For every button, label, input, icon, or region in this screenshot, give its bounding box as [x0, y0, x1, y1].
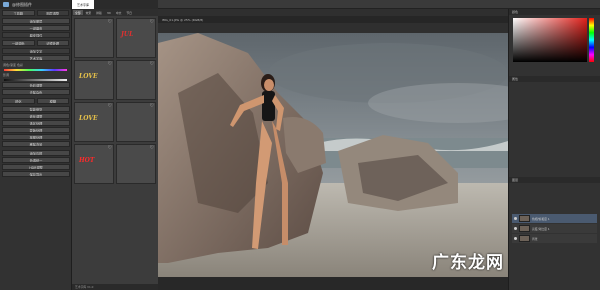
- layer-row[interactable]: 色相/饱和度 1: [512, 214, 597, 223]
- style-cell-gray-text-style[interactable]: ♡: [74, 18, 114, 58]
- document-tab[interactable]: IMG_01.JPG @ 25% (RGB/8): [158, 16, 508, 23]
- tab-effects[interactable]: 效果: [84, 10, 94, 15]
- toolbox-tab[interactable]: 工具箱: [2, 10, 35, 16]
- image-canvas[interactable]: 广东龙网: [158, 33, 508, 277]
- cutout-button[interactable]: 抠图处理: [2, 134, 70, 140]
- style-grid: ♡ ♡ JUL ♡ LOVE ♡ ♡ LOVE ♡ ♡ HOT ♡: [72, 16, 158, 184]
- heart-icon[interactable]: ♡: [150, 19, 154, 25]
- one-click-smooth-button[interactable]: 一键磨皮: [2, 25, 70, 31]
- color-picker[interactable]: [513, 18, 596, 64]
- add-text-button[interactable]: 添加文字: [2, 48, 70, 54]
- hdr-button[interactable]: HDR调整: [2, 164, 70, 170]
- eye-icon[interactable]: [514, 227, 517, 230]
- selection-button[interactable]: 选区处理: [2, 120, 70, 126]
- heart-icon[interactable]: ♡: [150, 61, 154, 67]
- heart-icon[interactable]: ♡: [108, 61, 112, 67]
- layer-adjust-tab[interactable]: 图层调整: [36, 10, 69, 16]
- color-section-label: 调色/渐变 色彩: [3, 63, 23, 67]
- style-cell-red-brush[interactable]: ♡ HOT: [74, 144, 114, 184]
- style-preview-text: LOVE: [79, 115, 98, 122]
- art-text-library-button[interactable]: 艺术字库: [2, 55, 70, 61]
- style-preview-text: HOT: [79, 157, 95, 164]
- add-border-button[interactable]: 添加边框: [2, 150, 70, 156]
- tab-3d[interactable]: 3D: [105, 10, 113, 15]
- layer-thumbnail: [519, 215, 530, 222]
- tab-all[interactable]: 全部: [73, 10, 83, 15]
- layer-name: 色相/饱和度 1: [532, 216, 550, 221]
- tab-art-text[interactable]: 艺术字库: [72, 0, 95, 9]
- left-plugin-panel: @修图插件 工具箱 图层调整 添加图层 一键磨皮 磨皮插件 一键调色 滤镜处理 …: [0, 0, 72, 290]
- plugin-tab-strip: 艺术字库: [72, 0, 158, 9]
- smooth-plugin-button[interactable]: 磨皮插件: [2, 32, 70, 38]
- tab-chinese[interactable]: 中文: [114, 10, 124, 15]
- filter-button[interactable]: 滤镜处理: [36, 40, 69, 46]
- watermark: 广东龙网: [432, 253, 504, 273]
- tone-slider[interactable]: [4, 79, 67, 81]
- unify-tone-button[interactable]: 色调统一: [2, 157, 70, 163]
- color-grade-button[interactable]: 一键调色: [2, 40, 35, 46]
- panel-title: @修图插件: [12, 1, 32, 7]
- remove-bg-button[interactable]: 移除背景: [2, 141, 70, 147]
- smart-repair-button[interactable]: 智能修复: [2, 106, 70, 112]
- heart-icon[interactable]: ♡: [150, 103, 154, 109]
- sharpen-button[interactable]: 锐化: [2, 98, 35, 104]
- category-tabs: 全部 效果 排版 3D 中文 节日: [72, 9, 158, 16]
- heart-icon[interactable]: ♡: [108, 103, 112, 109]
- heart-icon[interactable]: ♡: [150, 145, 154, 151]
- color-panel-title: 颜色: [509, 9, 600, 15]
- style-cell-white-script[interactable]: ♡: [116, 60, 156, 100]
- art-text-panel: 全部 效果 排版 3D 中文 节日 ♡ ♡ JUL ♡ LOVE ♡ ♡ LOVE ♡ ♡ HOT ♡…: [72, 9, 158, 290]
- denoise-button[interactable]: 去除杂色: [2, 89, 70, 95]
- hue-slider[interactable]: [4, 69, 67, 71]
- style-cell-gold-bold[interactable]: ♡ LOVE: [74, 102, 114, 142]
- right-panels: 颜色 属性 图层 色相/饱和度 1 亮度/对比度 1 背景: [508, 9, 600, 290]
- heart-icon[interactable]: ♡: [108, 145, 112, 151]
- hue-strip[interactable]: [589, 18, 594, 62]
- document-bar: IMG_01.JPG @ 25% (RGB/8): [158, 9, 508, 33]
- style-cell-gold-serif[interactable]: ♡ LOVE: [74, 60, 114, 100]
- layer-controls: [509, 183, 600, 213]
- heart-icon[interactable]: ♡: [108, 19, 112, 25]
- photo: [158, 33, 508, 277]
- layer-row[interactable]: 亮度/对比度 1: [512, 224, 597, 233]
- tone-section-label: 影调: [3, 73, 10, 77]
- style-cell-gold-panel[interactable]: ♡: [116, 144, 156, 184]
- style-cell-arrow-icon[interactable]: ♡: [116, 102, 156, 142]
- panel-footer: 艺术字库 V1.0: [72, 284, 158, 290]
- eye-icon[interactable]: [514, 237, 517, 240]
- style-preview-text: LOVE: [79, 73, 98, 80]
- liquify-button[interactable]: 液化调整: [2, 113, 70, 119]
- export-button[interactable]: 保存导出: [2, 171, 70, 177]
- tab-holiday[interactable]: 节日: [124, 10, 134, 15]
- layer-thumbnail: [519, 235, 530, 242]
- properties-area: [509, 82, 600, 177]
- style-cell-red-script[interactable]: ♡ JUL: [116, 18, 156, 58]
- tab-layout[interactable]: 排版: [94, 10, 104, 15]
- mask-button[interactable]: 蒙版处理: [2, 127, 70, 133]
- layer-name: 背景: [532, 236, 538, 241]
- saturation-value-field[interactable]: [513, 18, 587, 62]
- layer-name: 亮度/对比度 1: [532, 226, 550, 231]
- eye-icon[interactable]: [514, 217, 517, 220]
- style-preview-text: JUL: [121, 31, 134, 38]
- layer-thumbnail: [519, 225, 530, 232]
- panel-header: @修图插件: [0, 0, 71, 9]
- blur-button[interactable]: 模糊: [36, 98, 69, 104]
- color-adjust-button[interactable]: 色彩调整: [2, 82, 70, 88]
- layer-row[interactable]: 背景: [512, 234, 597, 243]
- add-layer-button[interactable]: 添加图层: [2, 18, 70, 24]
- logo-icon: [3, 2, 9, 7]
